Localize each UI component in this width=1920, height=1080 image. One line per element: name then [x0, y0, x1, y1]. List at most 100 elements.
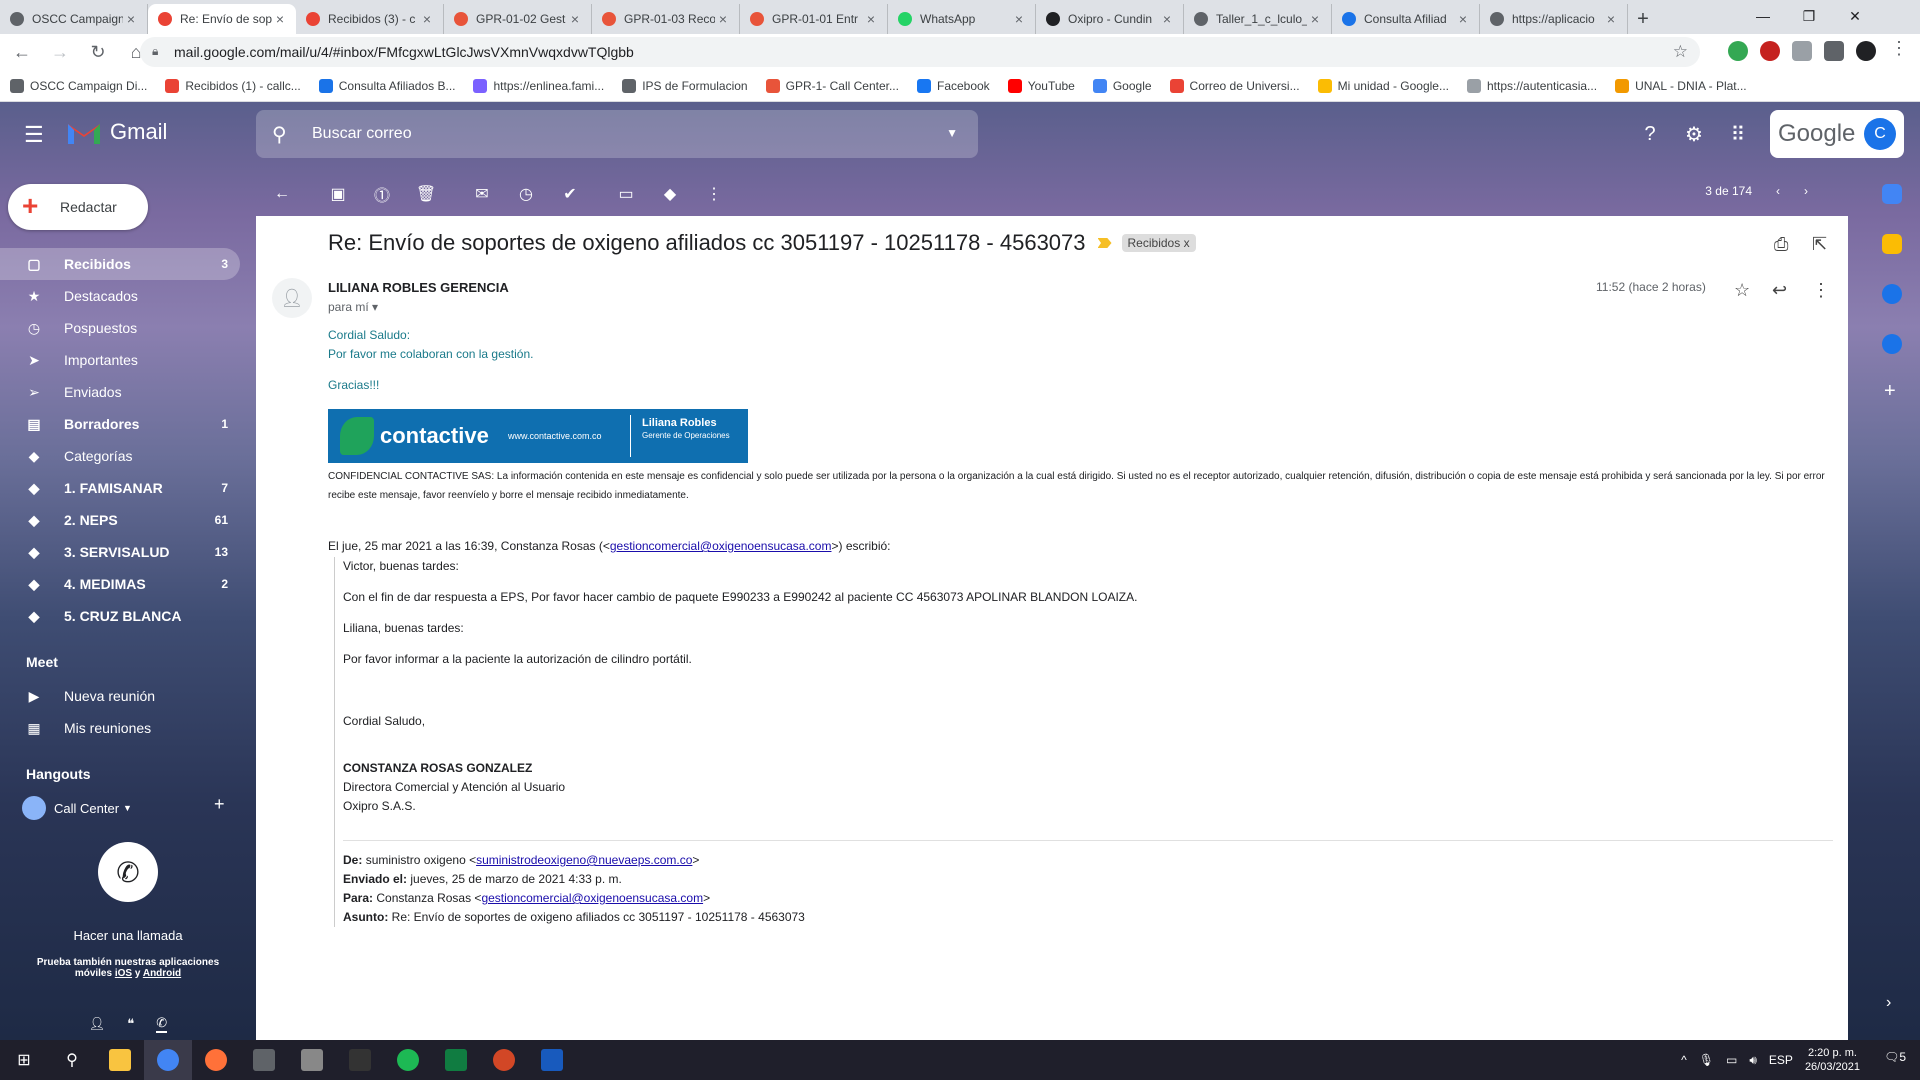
- sidebar-item[interactable]: ▢ Recibidos 3: [0, 248, 240, 280]
- clock[interactable]: 2:20 p. m. 26/03/2021: [1805, 1046, 1860, 1074]
- sidebar-item[interactable]: ◆ 3. SERVISALUD 13: [0, 536, 240, 568]
- browser-tab[interactable]: https://aplicacio ×: [1480, 4, 1628, 34]
- extensions-puzzle-icon[interactable]: [1824, 41, 1844, 61]
- new-tab-button[interactable]: +: [1628, 4, 1658, 34]
- sidebar-item[interactable]: ★ Destacados: [0, 280, 240, 312]
- label-icon[interactable]: ◆: [652, 176, 688, 212]
- close-window-button[interactable]: ✕: [1832, 0, 1878, 32]
- sidebar-item[interactable]: ➤ Importantes: [0, 344, 240, 376]
- tab-close-icon[interactable]: ×: [1159, 11, 1175, 27]
- mark-unread-icon[interactable]: ✉: [464, 176, 500, 212]
- browser-tab[interactable]: GPR-01-01 Entr ×: [740, 4, 888, 34]
- tab-close-icon[interactable]: ×: [1307, 11, 1323, 27]
- contacts-icon[interactable]: 👤︎: [89, 1016, 106, 1032]
- sidebar-item[interactable]: ▤ Borradores 1: [0, 408, 240, 440]
- delete-icon[interactable]: 🗑︎: [408, 176, 444, 212]
- bookmark-item[interactable]: Recibidos (1) - callc...: [165, 78, 301, 93]
- sidebar-item[interactable]: ◆ Categorías: [0, 440, 240, 472]
- bookmark-item[interactable]: Facebook: [916, 78, 990, 93]
- tab-close-icon[interactable]: ×: [1011, 11, 1027, 27]
- tray-chevron-icon[interactable]: ^: [1681, 1053, 1687, 1067]
- hangouts-user[interactable]: Call Center ▼: [22, 796, 132, 820]
- powerpoint-icon[interactable]: [480, 1040, 528, 1080]
- more-icon[interactable]: ⋮: [696, 176, 732, 212]
- ios-link[interactable]: iOS: [115, 968, 132, 979]
- tab-close-icon[interactable]: ×: [1603, 11, 1619, 27]
- search-icon[interactable]: ⚲: [48, 1040, 96, 1080]
- forward-icon[interactable]: →: [44, 36, 76, 68]
- bookmark-item[interactable]: IPS de Formulacion: [622, 78, 748, 93]
- sidebar-item[interactable]: ◆ 5. CRUZ BLANCA: [0, 600, 240, 632]
- spotify-icon[interactable]: [384, 1040, 432, 1080]
- older-icon[interactable]: ›: [1804, 184, 1808, 198]
- firefox-icon[interactable]: [192, 1040, 240, 1080]
- file-explorer-icon[interactable]: [96, 1040, 144, 1080]
- browser-tab[interactable]: GPR-01-03 Reco ×: [592, 4, 740, 34]
- url-field[interactable]: 🔒︎ mail.google.com/mail/u/4/#inbox/FMfcg…: [140, 37, 1700, 67]
- app-icon[interactable]: [240, 1040, 288, 1080]
- meet-item[interactable]: ▦ Mis reuniones: [0, 712, 240, 744]
- archive-icon[interactable]: ▣: [320, 176, 356, 212]
- tab-close-icon[interactable]: ×: [272, 11, 288, 27]
- quote-email-link[interactable]: gestioncomercial@oxigenoensucasa.com: [610, 539, 832, 553]
- bookmark-item[interactable]: https://autenticasia...: [1467, 78, 1597, 93]
- sender-name[interactable]: LILIANA ROBLES GERENCIA: [328, 280, 509, 295]
- search-icon[interactable]: ⚲: [272, 122, 287, 147]
- bookmark-item[interactable]: Consulta Afiliados B...: [318, 78, 455, 93]
- move-to-icon[interactable]: ▭: [608, 176, 644, 212]
- browser-tab[interactable]: WhatsApp ×: [888, 4, 1036, 34]
- contacts-icon[interactable]: [1882, 334, 1902, 354]
- account-avatar[interactable]: C: [1864, 118, 1896, 150]
- browser-tab[interactable]: Taller_1_c_lculo_ ×: [1184, 4, 1332, 34]
- back-to-inbox-icon[interactable]: ←: [264, 176, 300, 212]
- chrome-icon[interactable]: [144, 1040, 192, 1080]
- add-task-icon[interactable]: ✔: [552, 176, 588, 212]
- tab-close-icon[interactable]: ×: [567, 11, 583, 27]
- sidebar-item[interactable]: ◆ 2. NEPS 61: [0, 504, 240, 536]
- expand-panel-icon[interactable]: ›: [1886, 994, 1891, 1012]
- calendar-icon[interactable]: [1882, 184, 1902, 204]
- compose-button[interactable]: + Redactar: [8, 184, 148, 230]
- keep-icon[interactable]: [1882, 234, 1902, 254]
- tab-close-icon[interactable]: ×: [123, 11, 139, 27]
- main-menu-icon[interactable]: ☰: [24, 122, 44, 148]
- tab-close-icon[interactable]: ×: [1455, 11, 1471, 27]
- app-icon[interactable]: [336, 1040, 384, 1080]
- tab-close-icon[interactable]: ×: [715, 11, 731, 27]
- snooze-icon[interactable]: ◷: [508, 176, 544, 212]
- extension-icon[interactable]: [1792, 41, 1812, 61]
- search-options-caret-icon[interactable]: ▼: [946, 126, 958, 140]
- extension-icon[interactable]: [1760, 41, 1780, 61]
- meet-item[interactable]: ▶ Nueva reunión: [0, 680, 240, 712]
- excel-icon[interactable]: [432, 1040, 480, 1080]
- star-icon[interactable]: ☆: [1734, 280, 1750, 301]
- notifications-icon[interactable]: 🗨︎5: [1884, 1050, 1906, 1064]
- open-new-window-icon[interactable]: ⇱: [1812, 234, 1827, 255]
- tasks-icon[interactable]: [1882, 284, 1902, 304]
- browser-tab[interactable]: Recibidos (3) - c ×: [296, 4, 444, 34]
- gmail-logo[interactable]: Gmail: [66, 118, 167, 146]
- phone-tab-icon[interactable]: ✆: [156, 1015, 168, 1033]
- fwd-email-link[interactable]: suministrodeoxigeno@nuevaeps.com.co: [476, 853, 692, 867]
- more-options-icon[interactable]: ⋮: [1812, 280, 1830, 301]
- browser-tab[interactable]: Re: Envío de sop ×: [148, 4, 296, 34]
- browser-tab[interactable]: OSCC Campaign ×: [0, 4, 148, 34]
- minimize-window-button[interactable]: —: [1740, 0, 1786, 32]
- microphone-icon[interactable]: 🎙︎: [1699, 1053, 1714, 1067]
- network-icon[interactable]: ▭: [1726, 1053, 1737, 1067]
- browser-tab[interactable]: GPR-01-02 Gest ×: [444, 4, 592, 34]
- windows-start-icon[interactable]: ⊞: [0, 1040, 48, 1080]
- google-account-button[interactable]: Google C: [1770, 110, 1904, 158]
- sidebar-item[interactable]: ➢ Enviados: [0, 376, 240, 408]
- back-icon[interactable]: ←: [6, 36, 38, 68]
- sidebar-item[interactable]: ◆ 4. MEDIMAS 2: [0, 568, 240, 600]
- bookmark-item[interactable]: UNAL - DNIA - Plat...: [1615, 78, 1747, 93]
- volume-icon[interactable]: 🔊︎: [1749, 1053, 1757, 1068]
- language-indicator[interactable]: ESP: [1769, 1053, 1793, 1067]
- bookmark-item[interactable]: Correo de Universi...: [1169, 78, 1300, 93]
- print-icon[interactable]: ⎙: [1774, 234, 1788, 255]
- extension-icon[interactable]: [1728, 41, 1748, 61]
- chevron-down-icon[interactable]: ▼: [123, 803, 132, 813]
- reply-icon[interactable]: ↩: [1772, 280, 1787, 301]
- chrome-menu-icon[interactable]: ⋮: [1890, 38, 1908, 59]
